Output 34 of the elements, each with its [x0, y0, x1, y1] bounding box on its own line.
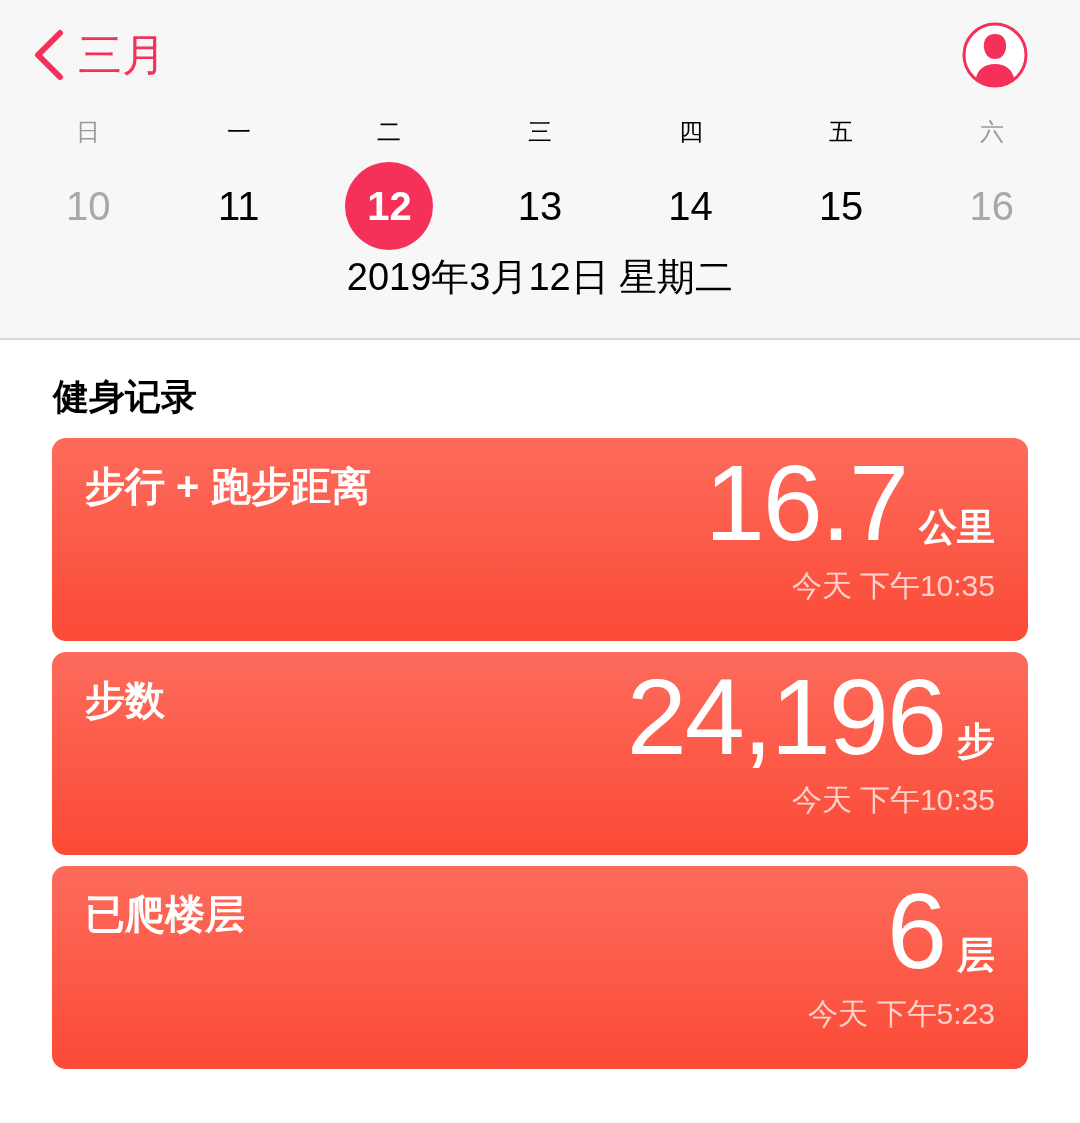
day-button[interactable]: 13: [496, 162, 584, 250]
date-label: 2019年3月12日 星期二: [345, 255, 735, 300]
metric-card[interactable]: 已爬楼层 6 层 今天 下午5:23: [52, 866, 1028, 1069]
day-button[interactable]: 10: [44, 162, 133, 250]
weekday-label: 四: [677, 117, 704, 147]
day-button[interactable]: 16: [947, 162, 1036, 250]
metric-card[interactable]: 步数 24,196 步 今天 下午10:35: [52, 652, 1028, 855]
metric-card[interactable]: 步行 + 跑步距离 16.7 公里 今天 下午10:35: [52, 438, 1028, 641]
weekday-label: 一: [225, 117, 252, 147]
metric-value: 24,196: [626, 662, 945, 772]
day-button[interactable]: 14: [646, 162, 735, 250]
weekday-label: 日: [75, 117, 102, 147]
timestamp: 今天 下午5:23: [808, 996, 995, 1032]
weekday-label: 三: [527, 117, 553, 147]
chevron-left-icon: [32, 29, 64, 81]
unit-label: 层: [957, 933, 995, 978]
unit-label: 步: [957, 719, 995, 764]
profile-icon[interactable]: [962, 22, 1028, 88]
metric-title: 步行 + 跑步距离: [85, 463, 371, 510]
day-button[interactable]: 12: [345, 162, 434, 250]
day-button[interactable]: 15: [797, 162, 886, 250]
metric-title: 已爬楼层: [85, 891, 245, 938]
section-title: 健身记录: [52, 375, 198, 419]
metric-value: 16.7: [704, 448, 907, 558]
back-button[interactable]: 三月: [32, 25, 166, 85]
weekday-label: 五: [828, 117, 855, 147]
timestamp: 今天 下午10:35: [791, 782, 995, 818]
weekday-label: 六: [978, 117, 1005, 147]
day-button[interactable]: 11: [194, 162, 283, 250]
metric-value: 6: [886, 876, 945, 986]
metric-title: 步数: [85, 677, 165, 724]
unit-label: 公里: [919, 505, 995, 550]
weekday-label: 二: [376, 117, 403, 147]
timestamp: 今天 下午10:35: [791, 568, 995, 604]
